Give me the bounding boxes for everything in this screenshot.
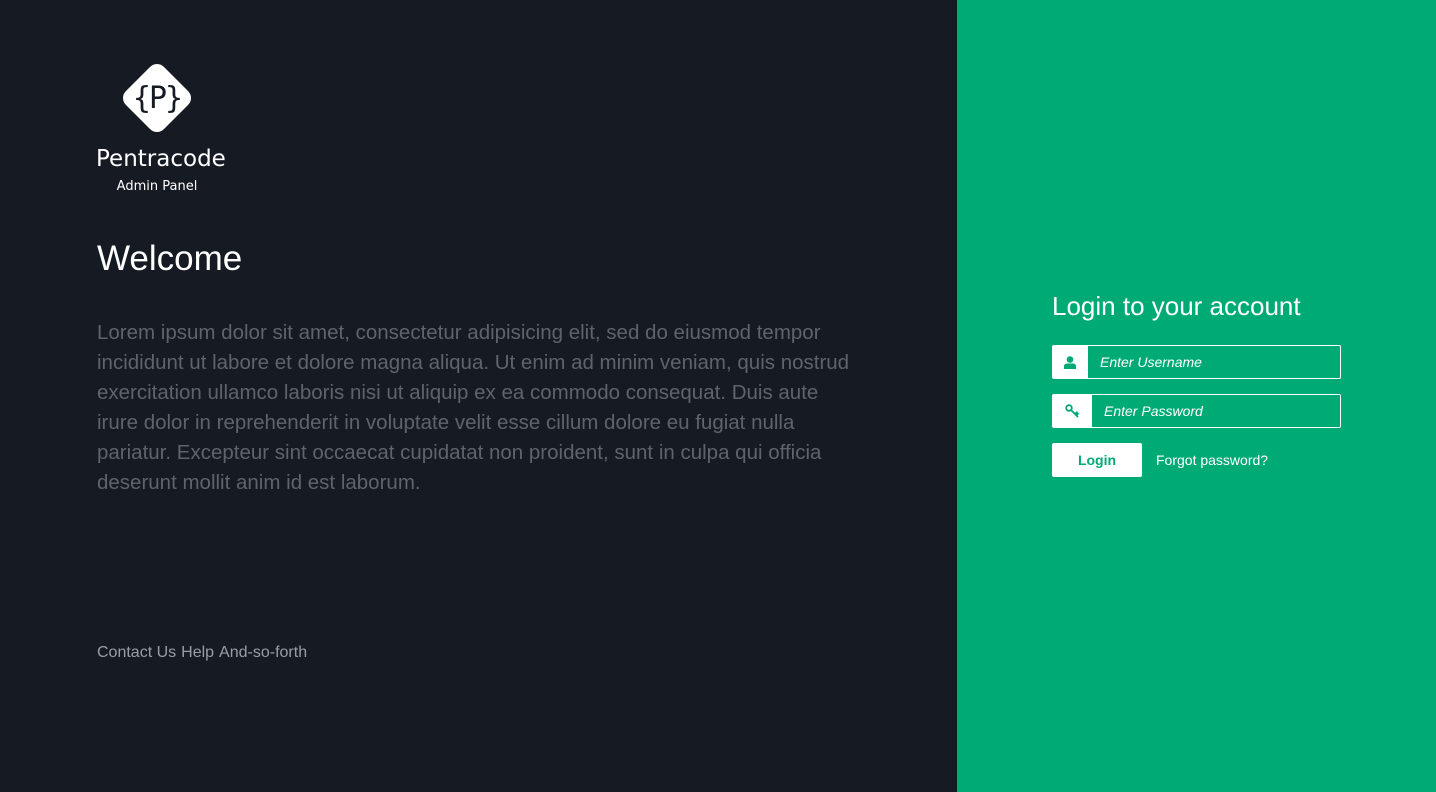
login-panel: Login to your account Login Forgot passw…: [957, 0, 1436, 792]
welcome-panel: {P} Pentracode Admin Panel Welcome Lorem…: [0, 0, 957, 792]
username-input[interactable]: [1088, 345, 1341, 379]
logo-letter: {P}: [132, 80, 183, 116]
brand-logo: {P} Pentracode Admin Panel: [96, 60, 226, 200]
user-icon: [1052, 345, 1088, 379]
brand-name: Pentracode: [96, 146, 226, 172]
key-icon: [1052, 394, 1092, 428]
brand-subtitle: Admin Panel: [116, 179, 198, 194]
password-input[interactable]: [1092, 394, 1341, 428]
forgot-password-link[interactable]: Forgot password?: [1156, 451, 1268, 469]
welcome-heading: Welcome: [97, 239, 243, 278]
footer-links: Contact Us Help And-so-forth: [97, 643, 307, 663]
login-button[interactable]: Login: [1052, 443, 1142, 477]
contact-us-link[interactable]: Contact Us: [97, 643, 176, 663]
help-link[interactable]: Help: [181, 643, 214, 663]
and-so-forth-link[interactable]: And-so-forth: [219, 643, 307, 663]
login-page: {P} Pentracode Admin Panel Welcome Lorem…: [0, 0, 1436, 792]
welcome-body-text: Lorem ipsum dolor sit amet, consectetur …: [97, 321, 850, 494]
logo-emblem: {P}: [119, 60, 195, 136]
login-title: Login to your account: [1052, 291, 1301, 321]
password-field: [1052, 394, 1341, 428]
username-field: [1052, 345, 1341, 379]
